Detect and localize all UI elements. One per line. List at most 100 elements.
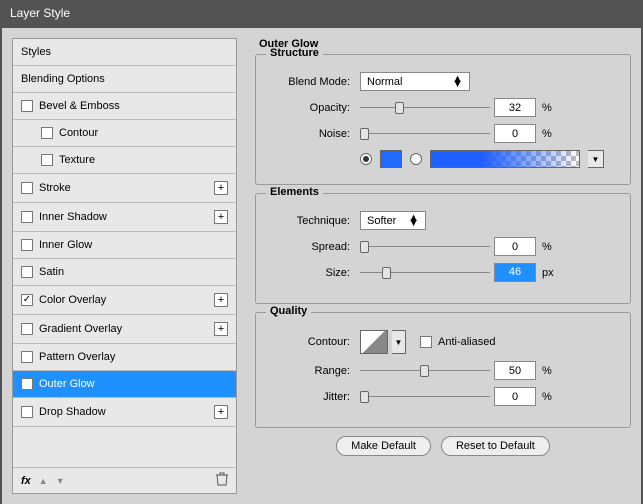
noise-label: Noise: — [270, 128, 360, 140]
contour-dropdown-icon[interactable]: ▼ — [392, 330, 406, 354]
size-label: Size: — [270, 267, 360, 279]
style-drop-shadow[interactable]: Drop Shadow + — [13, 398, 236, 427]
jitter-input[interactable] — [494, 387, 536, 406]
size-input[interactable]: 46 — [494, 263, 536, 282]
quality-legend: Quality — [266, 305, 311, 317]
trash-icon[interactable] — [216, 472, 228, 489]
fx-menu[interactable]: fx — [21, 475, 31, 487]
style-styles[interactable]: Styles — [13, 39, 236, 66]
size-slider[interactable] — [360, 266, 490, 280]
contour-label: Contour: — [270, 336, 360, 348]
technique-label: Technique: — [270, 215, 360, 227]
opacity-unit: % — [542, 102, 552, 114]
style-label: Texture — [59, 154, 95, 166]
checkbox-icon[interactable] — [21, 239, 33, 251]
spread-input[interactable] — [494, 237, 536, 256]
checkbox-icon[interactable] — [21, 266, 33, 278]
settings-panel: Outer Glow Structure Blend Mode: Normal … — [255, 38, 631, 494]
checkbox-icon[interactable] — [21, 351, 33, 363]
gradient-preview[interactable] — [430, 150, 580, 168]
jitter-slider[interactable] — [360, 390, 490, 404]
checkbox-icon[interactable] — [41, 127, 53, 139]
sidebar-footer: fx — [13, 467, 236, 493]
style-label: Blending Options — [21, 73, 105, 85]
color-swatch[interactable] — [380, 150, 402, 168]
noise-unit: % — [542, 128, 552, 140]
opacity-label: Opacity: — [270, 102, 360, 114]
style-label: Styles — [21, 46, 51, 58]
range-input[interactable] — [494, 361, 536, 380]
main-area: Styles Blending Options Bevel & Emboss Cont… — [2, 28, 641, 504]
style-label: Outer Glow — [39, 378, 95, 390]
style-label: Stroke — [39, 182, 71, 194]
style-label: Inner Shadow — [39, 211, 107, 223]
range-unit: % — [542, 365, 552, 377]
style-stroke[interactable]: Stroke + — [13, 174, 236, 203]
range-label: Range: — [270, 365, 360, 377]
style-label: Color Overlay — [39, 294, 106, 306]
style-contour[interactable]: Contour — [13, 120, 236, 147]
style-label: Satin — [39, 266, 64, 278]
spread-label: Spread: — [270, 241, 360, 253]
elements-legend: Elements — [266, 186, 323, 198]
make-default-button[interactable]: Make Default — [336, 436, 431, 456]
add-effect-icon[interactable]: + — [214, 210, 228, 224]
spread-unit: % — [542, 241, 552, 253]
window-title: Layer Style — [0, 0, 643, 26]
style-bevel-emboss[interactable]: Bevel & Emboss — [13, 93, 236, 120]
structure-group: Structure Blend Mode: Normal ▲▼ Opacity:… — [255, 54, 631, 185]
jitter-unit: % — [542, 391, 552, 403]
blend-mode-select[interactable]: Normal ▲▼ — [360, 72, 470, 91]
style-inner-glow[interactable]: Inner Glow — [13, 232, 236, 259]
noise-input[interactable] — [494, 124, 536, 143]
checkbox-icon[interactable] — [21, 211, 33, 223]
quality-group: Quality Contour: ▼ Anti-aliased Range: %… — [255, 312, 631, 428]
style-label: Inner Glow — [39, 239, 92, 251]
style-blending-options[interactable]: Blending Options — [13, 66, 236, 93]
move-down-icon[interactable] — [56, 475, 65, 487]
elements-group: Elements Technique: Softer ▲▼ Spread: % … — [255, 193, 631, 304]
style-label: Drop Shadow — [39, 406, 106, 418]
style-color-overlay[interactable]: Color Overlay + — [13, 286, 236, 315]
anti-aliased-checkbox[interactable] — [420, 336, 432, 348]
style-label: Contour — [59, 127, 98, 139]
checkbox-icon[interactable] — [21, 406, 33, 418]
style-label: Gradient Overlay — [39, 323, 122, 335]
style-texture[interactable]: Texture — [13, 147, 236, 174]
checkbox-icon[interactable] — [41, 154, 53, 166]
opacity-slider[interactable] — [360, 101, 490, 115]
contour-preview[interactable] — [360, 330, 388, 354]
range-slider[interactable] — [360, 364, 490, 378]
checkbox-icon[interactable] — [21, 182, 33, 194]
style-pattern-overlay[interactable]: Pattern Overlay — [13, 344, 236, 371]
gradient-radio[interactable] — [410, 153, 422, 165]
checkbox-icon[interactable] — [21, 323, 33, 335]
add-effect-icon[interactable]: + — [214, 293, 228, 307]
style-inner-shadow[interactable]: Inner Shadow + — [13, 203, 236, 232]
spread-slider[interactable] — [360, 240, 490, 254]
gradient-dropdown-icon[interactable]: ▼ — [588, 150, 604, 168]
checkbox-icon[interactable] — [21, 378, 33, 390]
style-label: Bevel & Emboss — [39, 100, 120, 112]
add-effect-icon[interactable]: + — [214, 322, 228, 336]
add-effect-icon[interactable]: + — [214, 405, 228, 419]
opacity-input[interactable] — [494, 98, 536, 117]
checkbox-icon[interactable] — [21, 100, 33, 112]
blend-mode-label: Blend Mode: — [270, 76, 360, 88]
size-unit: px — [542, 267, 554, 279]
reset-default-button[interactable]: Reset to Default — [441, 436, 550, 456]
style-outer-glow[interactable]: Outer Glow — [13, 371, 236, 398]
structure-legend: Structure — [266, 47, 323, 59]
style-satin[interactable]: Satin — [13, 259, 236, 286]
move-up-icon[interactable] — [39, 475, 48, 487]
anti-aliased-label: Anti-aliased — [438, 336, 495, 348]
jitter-label: Jitter: — [270, 391, 360, 403]
technique-select[interactable]: Softer ▲▼ — [360, 211, 426, 230]
styles-sidebar: Styles Blending Options Bevel & Emboss Cont… — [12, 38, 237, 494]
checkbox-icon[interactable] — [21, 294, 33, 306]
noise-slider[interactable] — [360, 127, 490, 141]
style-gradient-overlay[interactable]: Gradient Overlay + — [13, 315, 236, 344]
solid-color-radio[interactable] — [360, 153, 372, 165]
style-label: Pattern Overlay — [39, 351, 115, 363]
add-effect-icon[interactable]: + — [214, 181, 228, 195]
